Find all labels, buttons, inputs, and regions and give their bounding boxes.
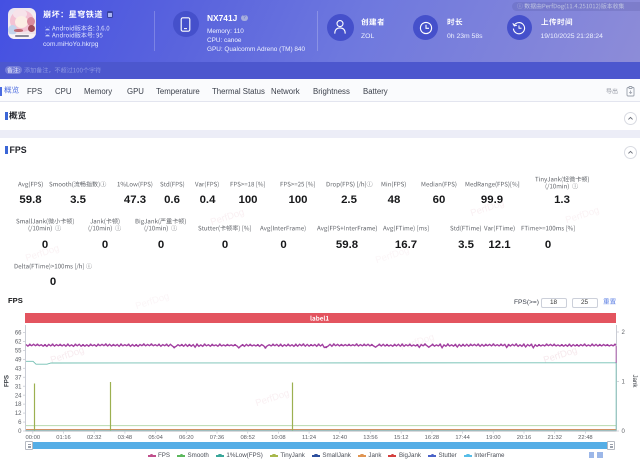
svg-text:10:08: 10:08 bbox=[271, 435, 286, 441]
svg-text:2: 2 bbox=[622, 330, 626, 336]
svg-text:12:40: 12:40 bbox=[333, 435, 348, 441]
svg-text:06:20: 06:20 bbox=[179, 435, 194, 441]
svg-text:66: 66 bbox=[15, 331, 22, 337]
svg-text:11:24: 11:24 bbox=[302, 435, 317, 441]
svg-text:13:56: 13:56 bbox=[363, 435, 378, 441]
svg-text:0: 0 bbox=[622, 429, 626, 435]
svg-text:12: 12 bbox=[15, 411, 22, 417]
svg-text:20:16: 20:16 bbox=[517, 435, 532, 441]
svg-text:15:12: 15:12 bbox=[394, 435, 409, 441]
svg-text:07:36: 07:36 bbox=[210, 435, 225, 441]
svg-text:22:48: 22:48 bbox=[578, 435, 593, 441]
svg-text:02:32: 02:32 bbox=[87, 435, 102, 441]
svg-text:43: 43 bbox=[15, 366, 22, 372]
svg-text:Jank: Jank bbox=[631, 374, 638, 388]
svg-text:55: 55 bbox=[15, 349, 22, 355]
svg-text:08:52: 08:52 bbox=[240, 435, 255, 441]
svg-text:24: 24 bbox=[15, 393, 22, 399]
svg-text:17:44: 17:44 bbox=[455, 435, 470, 441]
svg-text:1: 1 bbox=[622, 380, 626, 386]
svg-text:19:00: 19:00 bbox=[486, 435, 501, 441]
svg-text:37: 37 bbox=[15, 375, 22, 381]
svg-text:21:32: 21:32 bbox=[547, 435, 562, 441]
svg-text:31: 31 bbox=[15, 384, 22, 390]
svg-text:FPS: FPS bbox=[4, 375, 11, 387]
svg-text:05:04: 05:04 bbox=[148, 435, 163, 441]
svg-text:6: 6 bbox=[18, 420, 22, 426]
svg-text:49: 49 bbox=[15, 357, 22, 363]
svg-text:03:48: 03:48 bbox=[118, 435, 133, 441]
svg-text:18: 18 bbox=[15, 402, 22, 408]
svg-text:0: 0 bbox=[18, 429, 22, 435]
svg-text:62: 62 bbox=[15, 340, 22, 346]
svg-text:16:28: 16:28 bbox=[425, 435, 440, 441]
svg-text:01:16: 01:16 bbox=[56, 435, 71, 441]
